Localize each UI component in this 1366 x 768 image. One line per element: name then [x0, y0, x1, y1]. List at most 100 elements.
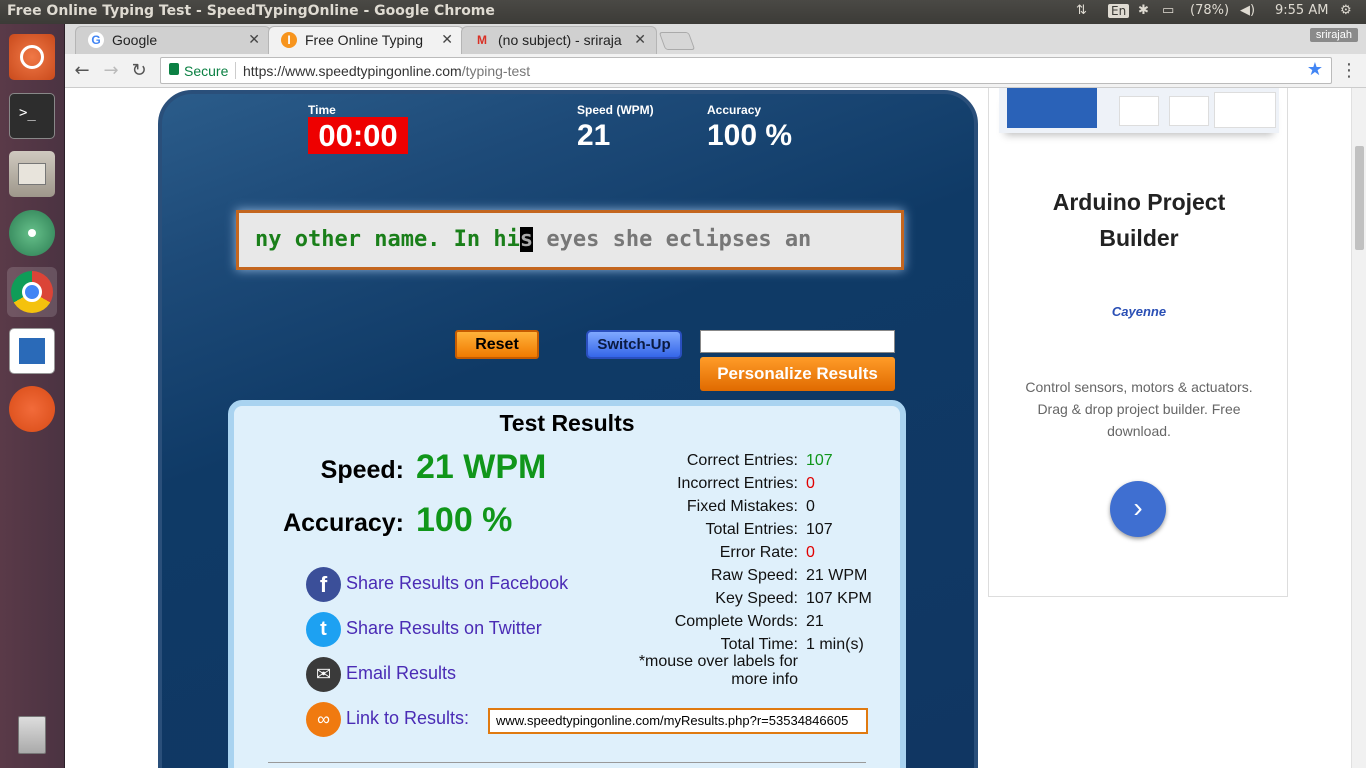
window-title: Free Online Typing Test - SpeedTypingOnl…	[7, 3, 495, 19]
speed-value: 21	[577, 119, 611, 152]
ad-title[interactable]: Arduino Project Builder	[989, 184, 1289, 256]
reload-icon[interactable]: ↻	[128, 60, 150, 81]
stat-value: 107	[806, 521, 833, 538]
back-arrow-icon[interactable]: ←	[71, 60, 93, 81]
close-tab-icon[interactable]: ✕	[248, 31, 260, 48]
network-icon[interactable]: ⇅	[1076, 3, 1087, 18]
bluetooth-icon[interactable]: ✱	[1138, 3, 1149, 18]
ad-title-line2: Builder	[1099, 225, 1179, 251]
advertisement[interactable]: Arduino Project Builder Cayenne Control …	[988, 88, 1288, 597]
stat-value: 107 KPM	[806, 590, 872, 607]
lock-icon	[169, 63, 179, 75]
new-tab-button[interactable]	[658, 32, 696, 50]
speed-result-value: 21 WPM	[416, 448, 547, 486]
twitter-icon: t	[306, 612, 341, 647]
omnibox-separator	[235, 62, 236, 79]
clock[interactable]: 9:55 AM	[1275, 3, 1328, 18]
battery-percent[interactable]: (78%)	[1190, 3, 1229, 18]
tab-strip: G Google ✕ I Free Online Typing ✕ M (no …	[65, 24, 1366, 54]
chevron-right-icon[interactable]: ›	[1110, 481, 1166, 537]
system-top-bar: Free Online Typing Test - SpeedTypingOnl…	[0, 0, 1366, 24]
libreoffice-writer-icon[interactable]	[7, 326, 57, 376]
results-divider	[268, 762, 866, 763]
stat-label[interactable]: Total Time:	[721, 636, 798, 654]
bookmark-star-icon[interactable]: ★	[1307, 59, 1323, 80]
stat-label[interactable]: Incorrect Entries:	[677, 475, 798, 493]
cursor-char: s	[519, 227, 534, 252]
stat-label[interactable]: Raw Speed:	[711, 567, 798, 585]
tab-label: Free Online Typing	[305, 32, 424, 48]
close-tab-icon[interactable]: ✕	[634, 31, 646, 48]
ubuntu-dash-icon[interactable]	[7, 32, 57, 82]
postman-icon[interactable]	[7, 384, 57, 434]
untyped-text: eyes she eclipses an	[533, 227, 812, 252]
facebook-icon: f	[306, 567, 341, 602]
chrome-icon[interactable]	[7, 267, 57, 317]
ad-dashboard-image	[999, 88, 1279, 133]
stat-value: 107	[806, 452, 833, 469]
stat-value: 0	[806, 544, 815, 561]
tab-speedtyping[interactable]: I Free Online Typing ✕	[268, 26, 464, 54]
profile-button[interactable]: srirajah	[1309, 28, 1358, 42]
volume-icon[interactable]: ◀)	[1240, 3, 1255, 18]
battery-icon[interactable]: ▭	[1162, 3, 1174, 18]
results-link-field[interactable]: www.speedtypingonline.com/myResults.php?…	[488, 708, 868, 734]
speedtyping-icon: I	[281, 32, 297, 48]
switch-up-button[interactable]: Switch-Up	[586, 330, 682, 359]
stat-value: 0	[806, 498, 815, 515]
typing-test-panel: Time 00:00 Speed (WPM) 21 Accuracy 100 %…	[158, 90, 978, 768]
reset-button[interactable]: Reset	[455, 330, 539, 359]
url-path: /typing-test	[461, 63, 531, 79]
gmail-icon: M	[477, 33, 487, 47]
terminal-icon[interactable]: >_	[7, 91, 57, 141]
speed-label: Speed (WPM)	[577, 103, 654, 117]
browser-toolbar: ← → ↻ Secure https://www.speedtypingonli…	[65, 54, 1366, 88]
address-bar[interactable]: Secure https://www.speedtypingonline.com…	[160, 57, 1332, 84]
accuracy-label: Accuracy	[707, 103, 762, 117]
accuracy-value: 100 %	[707, 119, 793, 152]
ad-brand-logo[interactable]: Cayenne	[989, 304, 1289, 319]
results-title: Test Results	[499, 410, 635, 436]
files-icon[interactable]	[7, 149, 57, 199]
tab-gmail[interactable]: M (no subject) - sriraja ✕	[461, 26, 657, 54]
personalize-results-button[interactable]: Personalize Results	[700, 357, 895, 391]
trash-icon[interactable]	[7, 710, 57, 760]
stat-label[interactable]: Total Entries:	[706, 521, 798, 539]
tab-google[interactable]: G Google ✕	[75, 26, 271, 54]
chrome-menu-icon[interactable]: ⋮	[1340, 60, 1358, 81]
ad-title-line1: Arduino Project	[1052, 189, 1226, 215]
accuracy-result-value: 100 %	[416, 501, 513, 539]
scrollbar-thumb[interactable]	[1355, 146, 1364, 250]
close-tab-icon[interactable]: ✕	[441, 31, 453, 48]
tab-label: Google	[112, 32, 158, 48]
stat-value: 1 min(s)	[806, 636, 864, 653]
stat-label[interactable]: Complete Words:	[675, 613, 798, 631]
stat-label[interactable]: Key Speed:	[715, 590, 798, 608]
timer-display: 00:00	[308, 117, 408, 154]
tab-label: (no subject) - sriraja	[498, 32, 622, 48]
share-facebook-label: Share Results on Facebook	[346, 573, 569, 593]
stat-label[interactable]: Fixed Mistakes:	[687, 498, 798, 516]
atom-editor-icon[interactable]	[7, 208, 57, 258]
settings-gear-icon[interactable]: ⚙	[1340, 3, 1352, 18]
url-text[interactable]: https://www.speedtypingonline.com/typing…	[243, 63, 530, 79]
stat-label[interactable]: Correct Entries:	[687, 452, 798, 470]
stat-value: 21	[806, 613, 824, 630]
stat-value: 0	[806, 475, 815, 492]
page-content: Time 00:00 Speed (WPM) 21 Accuracy 100 %…	[65, 88, 1351, 768]
stat-label[interactable]: Error Rate:	[720, 544, 798, 562]
name-input[interactable]	[700, 330, 895, 353]
email-results-label: Email Results	[346, 663, 457, 683]
typing-text-box[interactable]: ny other name. In his eyes she eclipses …	[236, 210, 904, 270]
accuracy-result-label: Accuracy:	[283, 509, 404, 537]
test-results-panel: Test Results Speed: 21 WPM Accuracy: 100…	[228, 400, 906, 768]
note-text-1: *mouse over labels for	[638, 653, 798, 670]
ad-description: Control sensors, motors & actuators. Dra…	[1025, 379, 1253, 439]
share-twitter-label: Share Results on Twitter	[346, 618, 542, 638]
page-scrollbar[interactable]	[1351, 88, 1366, 768]
unity-launcher: >_	[0, 24, 65, 768]
google-icon: G	[88, 32, 104, 48]
keyboard-layout-indicator[interactable]: En	[1108, 4, 1130, 18]
url-host: https://www.speedtypingonline.com	[243, 63, 462, 79]
forward-arrow-icon[interactable]: →	[100, 60, 122, 81]
